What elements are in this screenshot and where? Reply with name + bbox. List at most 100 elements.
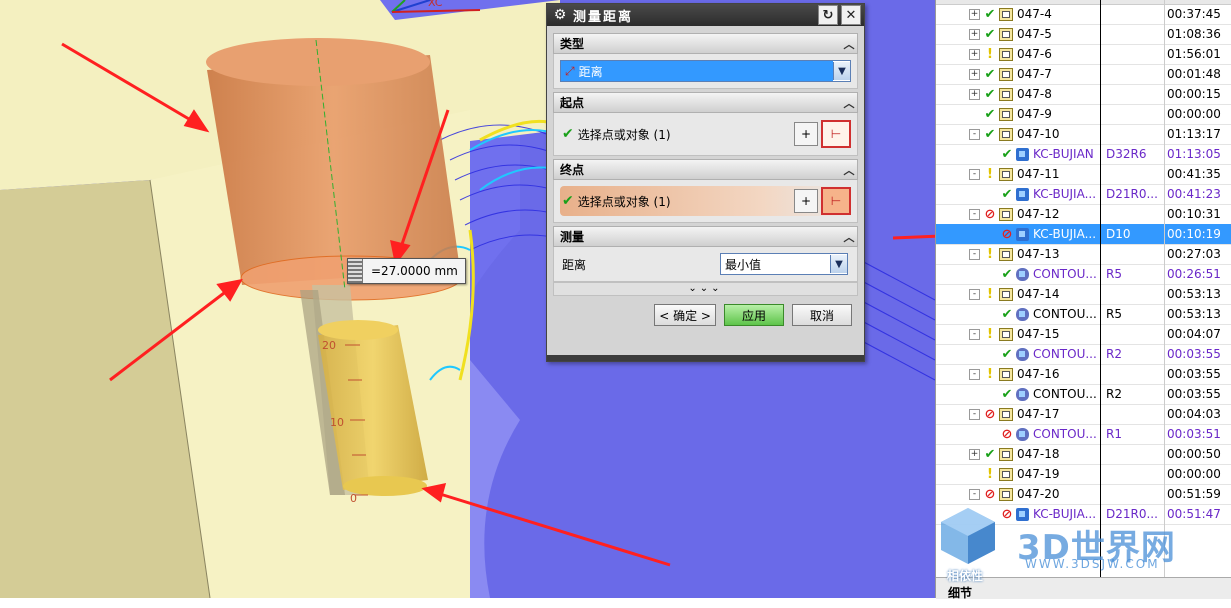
section-end-header[interactable]: 终点 ︿ (553, 159, 858, 180)
row-tool: R5 (1106, 267, 1122, 281)
row-time: 00:26:51 (1167, 267, 1221, 281)
row-name: 047-7 (1017, 67, 1052, 81)
point-type-icon[interactable]: ⊢ (821, 120, 851, 148)
program-group-row[interactable]: -! 047-16 00:03:55 (936, 364, 1231, 385)
check-icon: ✔ (562, 126, 574, 142)
row-name: KC-BUJIA... (1033, 227, 1097, 241)
program-group-row[interactable]: -! 047-14 00:53:13 (936, 284, 1231, 305)
column-divider[interactable] (1100, 0, 1101, 598)
expand-icon[interactable]: + (969, 28, 980, 40)
dialog-title-bar[interactable]: ⚙ 测量距离 ↻ ✕ (547, 4, 864, 26)
reset-icon[interactable]: ↻ (818, 5, 838, 25)
operation-row[interactable]: ⊘ KC-BUJIA... D21R0... 00:51:47 (936, 504, 1231, 525)
collapse-icon[interactable]: - (969, 328, 980, 340)
section-start-header[interactable]: 起点 ︿ (553, 92, 858, 113)
row-name: 047-13 (1017, 247, 1060, 261)
chevron-up-icon[interactable]: ︿ (841, 36, 857, 52)
program-group-row[interactable]: -! 047-11 00:41:35 (936, 164, 1231, 185)
program-group-row[interactable]: - ⊘ 047-17 00:04:03 (936, 404, 1231, 425)
program-group-row[interactable]: +! 047-6 01:56:01 (936, 44, 1231, 65)
check-icon: ✔ (562, 193, 574, 209)
row-name: 047-11 (1017, 167, 1060, 181)
program-group-row[interactable]: ! 047-19 00:00:00 (936, 464, 1231, 485)
collapse-icon[interactable]: - (969, 128, 980, 140)
program-group-row[interactable]: -! 047-13 00:27:03 (936, 244, 1231, 265)
scale-tick-20: 20 (322, 339, 336, 352)
tooltip-grip[interactable] (348, 259, 363, 283)
operation-row[interactable]: ✔ CONTOU... R2 00:03:55 (936, 384, 1231, 405)
row-tool: D21R0... (1106, 507, 1158, 521)
operation-row[interactable]: ⊘ CONTOU... R1 00:03:51 (936, 424, 1231, 445)
row-time: 01:08:36 (1167, 27, 1221, 41)
column-divider[interactable] (1164, 0, 1165, 598)
chevron-up-icon[interactable]: ︿ (841, 95, 857, 111)
operation-row[interactable]: ✔ CONTOU... R2 00:03:55 (936, 344, 1231, 365)
chevron-down-icon[interactable]: ▼ (833, 62, 850, 80)
scale-tick-0: 0 (350, 492, 357, 505)
program-group-row[interactable]: - ⊘ 047-20 00:51:59 (936, 484, 1231, 505)
start-point-selector[interactable]: ✔ 选择点或对象 (1) + ⊢ (560, 119, 851, 149)
program-group-row[interactable]: ✔ 047-9 00:00:00 (936, 104, 1231, 125)
type-select[interactable]: ⤢ 距离 ▼ (560, 60, 851, 82)
operation-row[interactable]: ✔ KC-BUJIA... D21R0... 00:41:23 (936, 184, 1231, 205)
point-type-icon[interactable]: ⊢ (821, 187, 851, 215)
apply-button[interactable]: 应用 (724, 304, 784, 326)
chevron-up-icon[interactable]: ︿ (841, 162, 857, 178)
close-icon[interactable]: ✕ (841, 5, 861, 25)
chevron-up-icon[interactable]: ︿ (841, 229, 857, 245)
collapse-icon[interactable]: - (969, 368, 980, 380)
measurement-value: =27.0000 mm (371, 264, 458, 278)
program-group-row[interactable]: + ✔ 047-18 00:00:50 (936, 444, 1231, 465)
point-dialog-icon[interactable]: + (794, 189, 818, 213)
more-options-expander[interactable]: ⌄⌄⌄ (553, 282, 858, 296)
row-time: 00:03:55 (1167, 387, 1221, 401)
status-warning-icon: ! (987, 246, 993, 262)
program-group-row[interactable]: -! 047-15 00:04:07 (936, 324, 1231, 345)
collapse-icon[interactable]: - (969, 208, 980, 220)
status-warning-icon: ! (987, 46, 993, 62)
collapse-icon[interactable]: - (969, 488, 980, 500)
section-measure-header[interactable]: 测量 ︿ (553, 226, 858, 247)
collapse-icon[interactable]: - (969, 408, 980, 420)
program-group-row[interactable]: + ✔ 047-7 00:01:48 (936, 64, 1231, 85)
operation-row[interactable]: ✔ KC-BUJIAN D32R6 01:13:05 (936, 144, 1231, 165)
row-tool: R2 (1106, 347, 1122, 361)
row-time: 00:00:15 (1167, 87, 1221, 101)
measure-mode-select[interactable]: 最小值 ▼ (720, 253, 848, 275)
cancel-button[interactable]: 取消 (792, 304, 852, 326)
row-time: 00:03:55 (1167, 347, 1221, 361)
row-name: 047-19 (1017, 467, 1060, 481)
operation-row[interactable]: ✔ CONTOU... R5 00:26:51 (936, 264, 1231, 285)
program-group-row[interactable]: + ✔ 047-4 00:37:45 (936, 4, 1231, 25)
collapse-icon[interactable]: - (969, 168, 980, 180)
operation-row[interactable]: ⊘ KC-BUJIA... D10 00:10:19 (936, 224, 1231, 245)
collapse-icon[interactable]: - (969, 248, 980, 260)
gear-icon[interactable]: ⚙ (551, 6, 569, 24)
expand-icon[interactable]: + (969, 68, 980, 80)
expand-icon[interactable]: + (969, 48, 980, 60)
expand-icon[interactable]: + (969, 8, 980, 20)
section-start-label: 起点 (560, 96, 585, 110)
program-group-row[interactable]: + ✔ 047-8 00:00:15 (936, 84, 1231, 105)
collapse-icon[interactable]: - (969, 288, 980, 300)
operation-navigator: + ✔ 047-4 00:37:45 + ✔ 047-5 01:08:36 +! 047-6 01:… (935, 0, 1231, 600)
row-name: KC-BUJIAN (1033, 147, 1094, 161)
program-group-row[interactable]: + ✔ 047-5 01:08:36 (936, 24, 1231, 45)
program-group-row[interactable]: - ✔ 047-10 01:13:17 (936, 124, 1231, 145)
status-blocked-icon: ⊘ (1001, 226, 1013, 242)
cavity-mill-icon (1016, 507, 1029, 521)
operation-row[interactable]: ✔ CONTOU... R5 00:53:13 (936, 304, 1231, 325)
expand-icon[interactable]: + (969, 88, 980, 100)
contour-operation-icon (1016, 307, 1029, 321)
section-type-header[interactable]: 类型 ︿ (553, 33, 858, 54)
chevron-down-icon[interactable]: ▼ (830, 255, 847, 273)
program-folder-icon (999, 87, 1013, 101)
program-group-row[interactable]: - ⊘ 047-12 00:10:31 (936, 204, 1231, 225)
ok-button[interactable]: < 确定 > (654, 304, 716, 326)
program-folder-icon (999, 287, 1013, 301)
details-panel-header[interactable]: 细节 (936, 577, 1231, 600)
end-point-selector[interactable]: ✔ 选择点或对象 (1) + ⊢ (560, 186, 851, 216)
status-ok-icon: ✔ (984, 66, 996, 82)
expand-icon[interactable]: + (969, 448, 980, 460)
point-dialog-icon[interactable]: + (794, 122, 818, 146)
